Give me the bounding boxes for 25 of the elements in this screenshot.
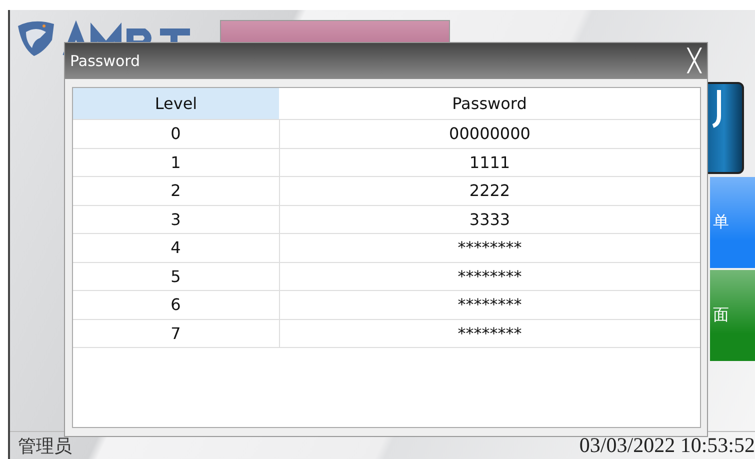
table-cell: ********	[279, 290, 700, 319]
table-cell: 3	[73, 205, 279, 234]
table-cell: 6	[73, 290, 279, 319]
table-cell: ********	[279, 319, 700, 348]
column-header[interactable]: Password	[279, 88, 700, 120]
table-cell: 1111	[279, 148, 700, 176]
hook-icon	[711, 88, 723, 128]
table-cell: ********	[279, 262, 700, 290]
date-time-label: 03/03/2022 10:53:52	[579, 433, 755, 458]
dialog-title: Password	[69, 52, 140, 70]
table-cell: 5	[73, 262, 279, 290]
table-cell: 2222	[279, 176, 700, 205]
table-cell: 1	[73, 148, 279, 176]
column-header[interactable]: Level	[73, 88, 279, 120]
table-cell: 00000000	[279, 120, 700, 148]
menu-button[interactable]: 面	[710, 270, 755, 361]
close-button[interactable]: ╳	[682, 48, 707, 74]
table-cell: ********	[279, 234, 700, 262]
table-cell: 3333	[279, 205, 700, 234]
table-cell: 0	[73, 120, 279, 148]
table-cell: 4	[73, 234, 279, 262]
table-cell: 7	[73, 319, 279, 348]
menu-button[interactable]: 单	[710, 177, 755, 268]
table-cell: 2	[73, 176, 279, 205]
user-role-label: 管理员	[18, 434, 72, 458]
